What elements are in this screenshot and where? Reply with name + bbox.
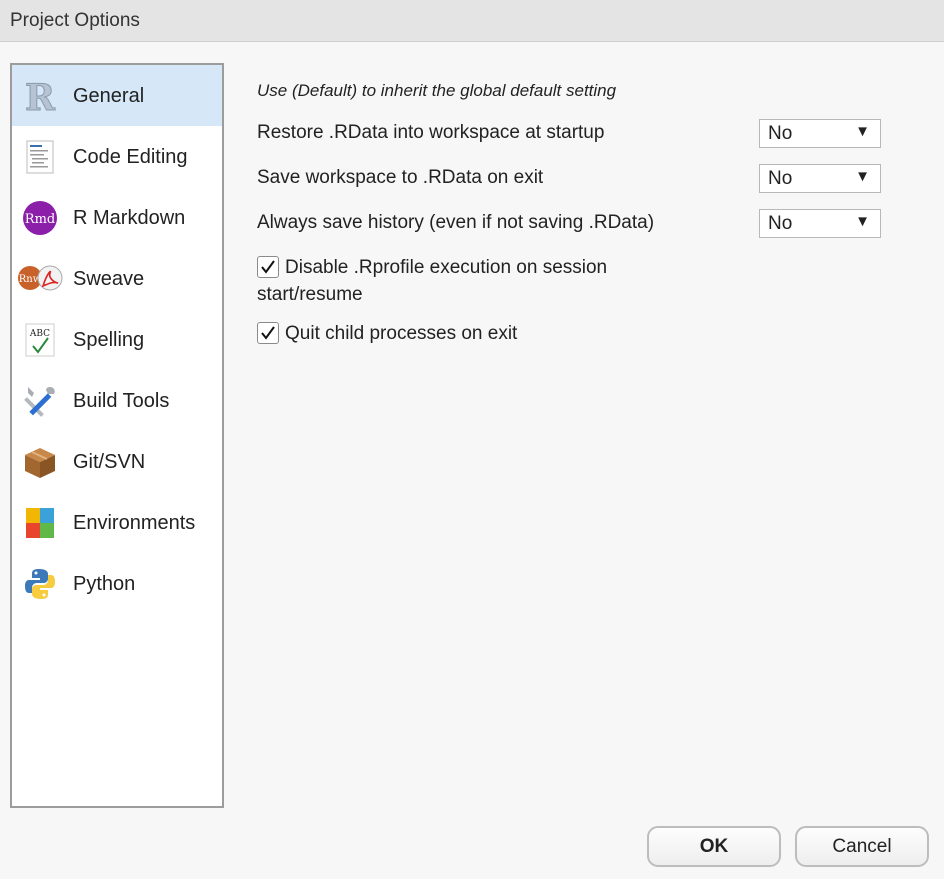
tools-icon xyxy=(22,383,58,419)
save-workspace-label: Save workspace to .RData on exit xyxy=(257,167,544,188)
disable-rprofile-label-line2: start/resume xyxy=(257,284,363,305)
sidebar-item-label: General xyxy=(73,85,145,107)
checkmark-icon xyxy=(261,260,275,274)
sidebar-item-code-editing[interactable]: Code Editing xyxy=(12,126,222,187)
disable-rprofile-checkbox[interactable] xyxy=(257,256,279,278)
options-sidebar: R General Code Editing Rmd R Markdown Rn… xyxy=(10,63,224,808)
rmd-icon: Rmd xyxy=(22,200,58,236)
sidebar-item-label: Code Editing xyxy=(73,146,188,168)
checkmark-icon xyxy=(261,326,275,340)
sidebar-item-build-tools[interactable]: Build Tools xyxy=(12,370,222,431)
svg-text:ABC: ABC xyxy=(29,329,50,339)
sidebar-item-label: Sweave xyxy=(73,268,145,290)
sidebar-item-general[interactable]: R General xyxy=(12,65,222,126)
sidebar-item-label: Git/SVN xyxy=(73,451,146,473)
save-workspace-select[interactable]: No ▼ xyxy=(759,164,881,193)
dropdown-arrow-icon: ▼ xyxy=(855,213,870,230)
sidebar-item-spelling[interactable]: ABC Spelling xyxy=(12,309,222,370)
title-bar: Project Options xyxy=(0,0,944,42)
select-value: No xyxy=(768,168,793,189)
default-hint: Use (Default) to inherit the global defa… xyxy=(257,81,617,100)
sidebar-item-label: R Markdown xyxy=(73,207,186,229)
cancel-button[interactable]: Cancel xyxy=(795,826,929,867)
sidebar-item-label: Environments xyxy=(73,512,196,534)
sidebar-item-label: Spelling xyxy=(73,329,145,351)
package-box-icon xyxy=(22,444,58,480)
sidebar-item-label: Python xyxy=(73,573,136,595)
disable-rprofile-label-line1: Disable .Rprofile execution on session xyxy=(285,257,608,278)
ok-button[interactable]: OK xyxy=(647,826,781,867)
sweave-pdf-icon: Rnw xyxy=(16,261,64,297)
spellcheck-icon: ABC xyxy=(22,322,58,358)
sidebar-item-sweave[interactable]: Rnw Sweave xyxy=(12,248,222,309)
dropdown-arrow-icon: ▼ xyxy=(855,123,870,140)
quit-child-label: Quit child processes on exit xyxy=(285,323,518,344)
dropdown-arrow-icon: ▼ xyxy=(855,168,870,185)
sidebar-item-git-svn[interactable]: Git/SVN xyxy=(12,431,222,492)
restore-rdata-select[interactable]: No ▼ xyxy=(759,119,881,148)
select-value: No xyxy=(768,213,793,234)
select-value: No xyxy=(768,123,793,144)
sidebar-item-environments[interactable]: Environments xyxy=(12,492,222,553)
window-title: Project Options xyxy=(10,10,140,31)
quit-child-checkbox[interactable] xyxy=(257,322,279,344)
save-history-label: Always save history (even if not saving … xyxy=(257,212,655,233)
svg-text:Rmd: Rmd xyxy=(25,212,55,227)
restore-rdata-label: Restore .RData into workspace at startup xyxy=(257,122,605,143)
svg-text:R: R xyxy=(25,78,56,114)
sidebar-item-r-markdown[interactable]: Rmd R Markdown xyxy=(12,187,222,248)
code-document-icon xyxy=(22,139,58,175)
save-history-select[interactable]: No ▼ xyxy=(759,209,881,238)
disable-rprofile-label: Disable .Rprofile execution on session xyxy=(285,254,705,281)
r-logo-icon: R xyxy=(22,77,58,120)
sidebar-item-label: Build Tools xyxy=(73,390,170,412)
environment-blocks-icon xyxy=(22,505,58,541)
python-icon xyxy=(22,566,58,602)
sidebar-item-python[interactable]: Python xyxy=(12,553,222,614)
